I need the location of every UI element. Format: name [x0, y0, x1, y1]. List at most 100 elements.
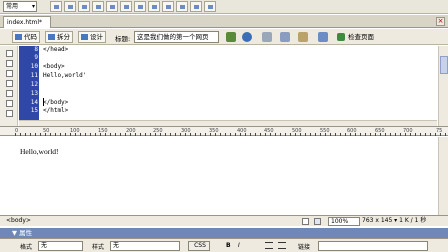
media-icon[interactable] [134, 1, 146, 12]
ruler-label: 550 [320, 128, 330, 134]
zoom-tool-icon[interactable] [314, 218, 321, 225]
check-page-icon [337, 33, 345, 41]
split-view-button[interactable]: 拆分 [45, 31, 73, 43]
insert-category-value: 常用 [6, 3, 19, 10]
format-select[interactable]: 无 [38, 241, 83, 251]
code-editor[interactable]: 8 9 10 11 12 13 14 15 </head> <body> Hel… [0, 46, 448, 126]
validate-markup-icon[interactable] [318, 32, 328, 42]
line-number: 11 [30, 72, 38, 79]
layer-icon[interactable] [106, 1, 118, 12]
line-number: 13 [30, 90, 38, 97]
line-number: 15 [30, 107, 38, 114]
code-line: </html> [43, 107, 69, 114]
chevron-down-icon: ▾ [31, 3, 35, 10]
ruler-label: 600 [347, 128, 357, 134]
code-line: </head> [43, 46, 69, 53]
ruler-label: 100 [70, 128, 80, 134]
line-number: 8 [34, 46, 38, 53]
ruler-label: 400 [237, 128, 247, 134]
title-label: 标题: [115, 35, 131, 43]
close-document-icon[interactable]: × [436, 17, 445, 26]
comment-icon[interactable] [176, 1, 188, 12]
code-line: <body> [43, 63, 65, 70]
tag-chooser-icon[interactable] [204, 1, 216, 12]
balance-braces-icon[interactable] [6, 100, 13, 107]
check-page-label: 检查页面 [348, 33, 374, 41]
design-view-label: 设计 [90, 33, 103, 41]
code-vertical-scrollbar[interactable] [438, 46, 448, 126]
collapse-tag-icon[interactable] [6, 60, 13, 67]
scrollbar-thumb[interactable] [440, 56, 448, 74]
window-size-readout[interactable]: 763 x 145 ▾ 1 K / 1 秒 [362, 216, 426, 226]
align-left-icon[interactable] [265, 242, 273, 249]
zoom-select[interactable]: 100% [328, 217, 360, 226]
bold-button[interactable]: B [226, 242, 231, 249]
link-label: 链接 [298, 244, 311, 251]
refresh-design-view-icon[interactable] [262, 32, 272, 42]
document-tab[interactable]: index.html* [3, 16, 51, 28]
ruler-label: 50 [43, 128, 50, 134]
design-view-button[interactable]: 设计 [78, 31, 106, 43]
file-management-icon[interactable] [226, 32, 236, 42]
ruler-label: 250 [153, 128, 163, 134]
email-link-icon[interactable] [64, 1, 76, 12]
line-number: 10 [30, 63, 38, 70]
table-icon[interactable] [92, 1, 104, 12]
align-center-icon[interactable] [278, 242, 286, 249]
link-input[interactable] [318, 241, 428, 251]
line-number: 12 [30, 81, 38, 88]
design-vertical-scrollbar[interactable] [438, 137, 448, 215]
preview-in-browser-icon[interactable] [242, 32, 252, 42]
properties-panel-header[interactable]: ▼ 属性 [0, 228, 448, 238]
expand-all-icon[interactable] [6, 80, 13, 87]
anchor-icon[interactable] [78, 1, 90, 12]
horizontal-ruler: 0 50 100 150 200 250 300 350 400 450 500… [0, 126, 448, 136]
date-icon[interactable] [148, 1, 160, 12]
style-select[interactable]: 无 [110, 241, 180, 251]
line-number-gutter: 8 9 10 11 12 13 14 15 [19, 46, 39, 122]
ruler-label: 500 [292, 128, 302, 134]
check-page-button[interactable]: 检查页面 [337, 31, 374, 43]
css-button[interactable]: CSS [188, 241, 210, 251]
italic-button[interactable]: I [238, 242, 240, 249]
code-line: </body> [43, 99, 69, 106]
line-number: 14 [30, 99, 38, 106]
hyperlink-icon[interactable] [50, 1, 62, 12]
line-numbers-icon[interactable] [6, 110, 13, 117]
server-side-include-icon[interactable] [162, 1, 174, 12]
properties-panel: 格式 无 样式 无 CSS B I 链接 [0, 238, 448, 252]
code-view-label: 代码 [24, 33, 37, 41]
ruler-label: 300 [181, 128, 191, 134]
image-icon[interactable] [120, 1, 132, 12]
ruler-label: 350 [209, 128, 219, 134]
insert-toolbar: 常用 ▾ [0, 0, 448, 14]
split-view-label: 拆分 [57, 33, 70, 41]
text-cursor [43, 98, 44, 106]
template-icon[interactable] [190, 1, 202, 12]
code-line: Hello,world' [43, 72, 87, 79]
document-toolbar: 代码 拆分 设计 标题: 这是我们做的第一个网页 检查页面 [0, 29, 448, 45]
design-content-text[interactable]: Hello,world! [20, 147, 59, 156]
ruler-label: 200 [126, 128, 136, 134]
view-options-icon[interactable] [280, 32, 290, 42]
document-tab-bar: index.html* × [0, 15, 448, 28]
insert-category-select[interactable]: 常用 ▾ [3, 1, 37, 12]
style-label: 样式 [92, 244, 105, 251]
page-title-input[interactable]: 这是我们做的第一个网页 [134, 31, 219, 43]
coding-toolbar [0, 46, 18, 126]
select-tool-icon[interactable] [302, 218, 309, 225]
ruler-label: 75 [436, 128, 443, 134]
ruler-label: 0 [15, 128, 19, 134]
status-bar: <body> 100% 763 x 145 ▾ 1 K / 1 秒 [0, 215, 448, 226]
line-number: 9 [34, 54, 38, 61]
collapse-selection-icon[interactable] [6, 70, 13, 77]
split-view-icon [48, 34, 55, 40]
visual-aids-icon[interactable] [298, 32, 308, 42]
select-parent-tag-icon[interactable] [6, 90, 13, 97]
open-documents-icon[interactable] [6, 50, 13, 57]
design-view-icon [81, 34, 88, 40]
code-view-button[interactable]: 代码 [12, 31, 40, 43]
format-label: 格式 [20, 244, 33, 251]
design-view[interactable]: Hello,world! [0, 137, 448, 215]
tag-selector[interactable]: <body> [6, 216, 31, 226]
